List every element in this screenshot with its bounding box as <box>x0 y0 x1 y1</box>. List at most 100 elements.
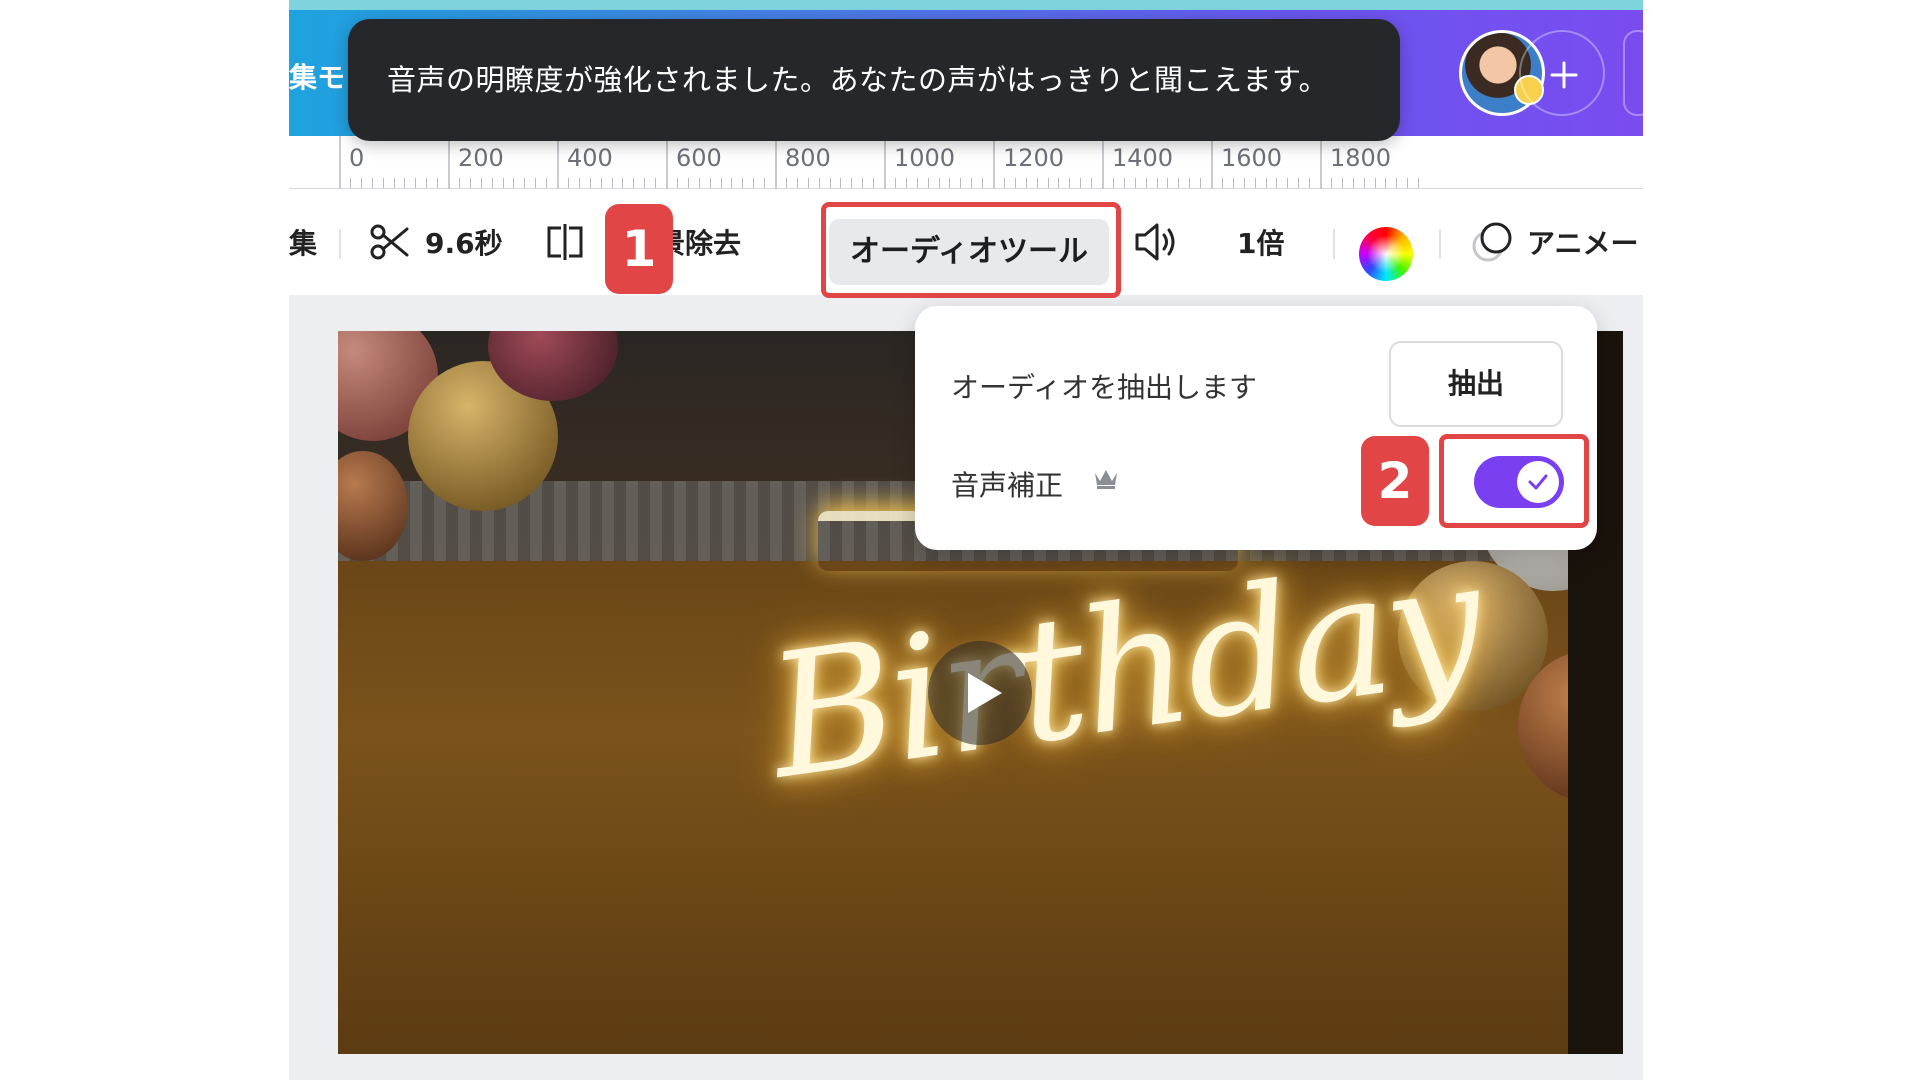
speaker-icon <box>1135 223 1175 261</box>
ruler-label: 1800 <box>1330 144 1392 172</box>
ruler-major-tick <box>775 136 777 189</box>
ruler-minor-tick <box>1254 178 1256 188</box>
ruler-minor-tick <box>1047 178 1049 188</box>
ruler-minor-tick <box>404 178 406 188</box>
ruler-minor-tick <box>1352 178 1354 188</box>
edit-mode-label[interactable]: 集モ <box>289 56 345 96</box>
ruler-minor-tick <box>742 178 744 188</box>
edit-item-label: 集 <box>289 227 318 260</box>
extract-button[interactable]: 抽出 <box>1389 341 1563 427</box>
ruler-minor-tick <box>1058 178 1060 188</box>
ruler-label: 1000 <box>894 144 956 172</box>
ruler-minor-tick <box>567 178 569 188</box>
ruler-minor-tick <box>720 178 722 188</box>
ruler-minor-tick <box>796 178 798 188</box>
header-accent-strip <box>289 0 1643 10</box>
ruler-minor-tick <box>1134 178 1136 188</box>
ruler-minor-tick <box>1178 178 1180 188</box>
timeline-ruler: 0 200 400 600 800 1000 1200 1400 1600 1800 <box>289 136 1643 189</box>
ruler-label: 800 <box>785 144 831 172</box>
ruler-minor-tick <box>1341 178 1343 188</box>
ruler-minor-tick <box>524 178 526 188</box>
ruler-major-tick <box>1320 136 1322 189</box>
ruler-minor-tick <box>611 178 613 188</box>
ruler-minor-tick <box>1036 178 1038 188</box>
ruler-minor-tick <box>676 178 678 188</box>
step-1-badge: 1 <box>605 204 673 294</box>
ruler-label: 1600 <box>1221 144 1283 172</box>
ruler-minor-tick <box>829 178 831 188</box>
ruler-minor-tick <box>469 178 471 188</box>
ruler-minor-tick <box>1407 178 1409 188</box>
ruler-minor-tick <box>1069 178 1071 188</box>
ruler-minor-tick <box>644 178 646 188</box>
ruler-label: 400 <box>567 144 613 172</box>
scissors-icon <box>370 224 409 260</box>
ruler-minor-tick <box>633 178 635 188</box>
ruler-minor-tick <box>546 178 548 188</box>
flip-icon <box>547 224 583 260</box>
ruler-minor-tick <box>1156 178 1158 188</box>
divider <box>1333 229 1335 259</box>
ruler-major-tick <box>448 136 450 189</box>
ruler-minor-tick <box>491 178 493 188</box>
ruler-minor-tick <box>349 178 351 188</box>
ruler-major-tick <box>1211 136 1213 189</box>
ruler-minor-tick <box>753 178 755 188</box>
ruler-minor-tick <box>1276 178 1278 188</box>
animate-button[interactable]: アニメー <box>1469 189 1638 295</box>
edit-item-partial[interactable]: 集 <box>289 189 317 295</box>
ruler-minor-tick <box>1418 178 1420 188</box>
ruler-minor-tick <box>949 178 951 188</box>
ruler-minor-tick <box>1287 178 1289 188</box>
speed-label: 1倍 <box>1237 227 1285 260</box>
playback-speed-button[interactable]: 1倍 <box>1237 189 1284 295</box>
ruler-minor-tick <box>371 178 373 188</box>
ruler-minor-tick <box>437 178 439 188</box>
play-icon <box>968 673 1002 713</box>
ruler-minor-tick <box>709 178 711 188</box>
play-button[interactable] <box>928 641 1032 745</box>
ruler-minor-tick <box>785 178 787 188</box>
add-collaborator-button[interactable] <box>1519 30 1605 116</box>
ruler-minor-tick <box>360 178 362 188</box>
ruler-minor-tick <box>818 178 820 188</box>
app-window: 集モ 0 200 400 600 800 1000 1200 1400 1600 1800 集 9… <box>289 0 1643 1080</box>
ruler-minor-tick <box>600 178 602 188</box>
ruler-minor-tick <box>840 178 842 188</box>
ruler-minor-tick <box>1363 178 1365 188</box>
ruler-minor-tick <box>1330 178 1332 188</box>
ruler-minor-tick <box>655 178 657 188</box>
ruler-minor-tick <box>982 178 984 188</box>
color-adjust-icon[interactable] <box>1359 227 1413 281</box>
ruler-major-tick <box>1102 136 1104 189</box>
ruler-minor-tick <box>1200 178 1202 188</box>
header-more-button[interactable] <box>1623 30 1643 116</box>
ruler-minor-tick <box>480 178 482 188</box>
ruler-major-tick <box>339 136 341 189</box>
ruler-label: 200 <box>458 144 504 172</box>
flip-button[interactable] <box>543 189 587 295</box>
ruler-minor-tick <box>764 178 766 188</box>
ruler-minor-tick <box>960 178 962 188</box>
ruler-minor-tick <box>1374 178 1376 188</box>
ruler-minor-tick <box>1221 178 1223 188</box>
ruler-label: 0 <box>349 144 365 172</box>
ruler-minor-tick <box>1145 178 1147 188</box>
ruler-label: 1200 <box>1003 144 1065 172</box>
ruler-minor-tick <box>1025 178 1027 188</box>
ruler-minor-tick <box>807 178 809 188</box>
ruler-minor-tick <box>687 178 689 188</box>
ruler-label: 1400 <box>1112 144 1174 172</box>
volume-button[interactable] <box>1133 189 1179 295</box>
ruler-minor-tick <box>894 178 896 188</box>
ruler-minor-tick <box>535 178 537 188</box>
trim-button[interactable]: 9.6秒 <box>369 189 503 295</box>
ruler-minor-tick <box>458 178 460 188</box>
ruler-minor-tick <box>873 178 875 188</box>
ruler-minor-tick <box>1014 178 1016 188</box>
ruler-minor-tick <box>971 178 973 188</box>
ruler-minor-tick <box>927 178 929 188</box>
ruler-minor-tick <box>1385 178 1387 188</box>
ruler-minor-tick <box>393 178 395 188</box>
